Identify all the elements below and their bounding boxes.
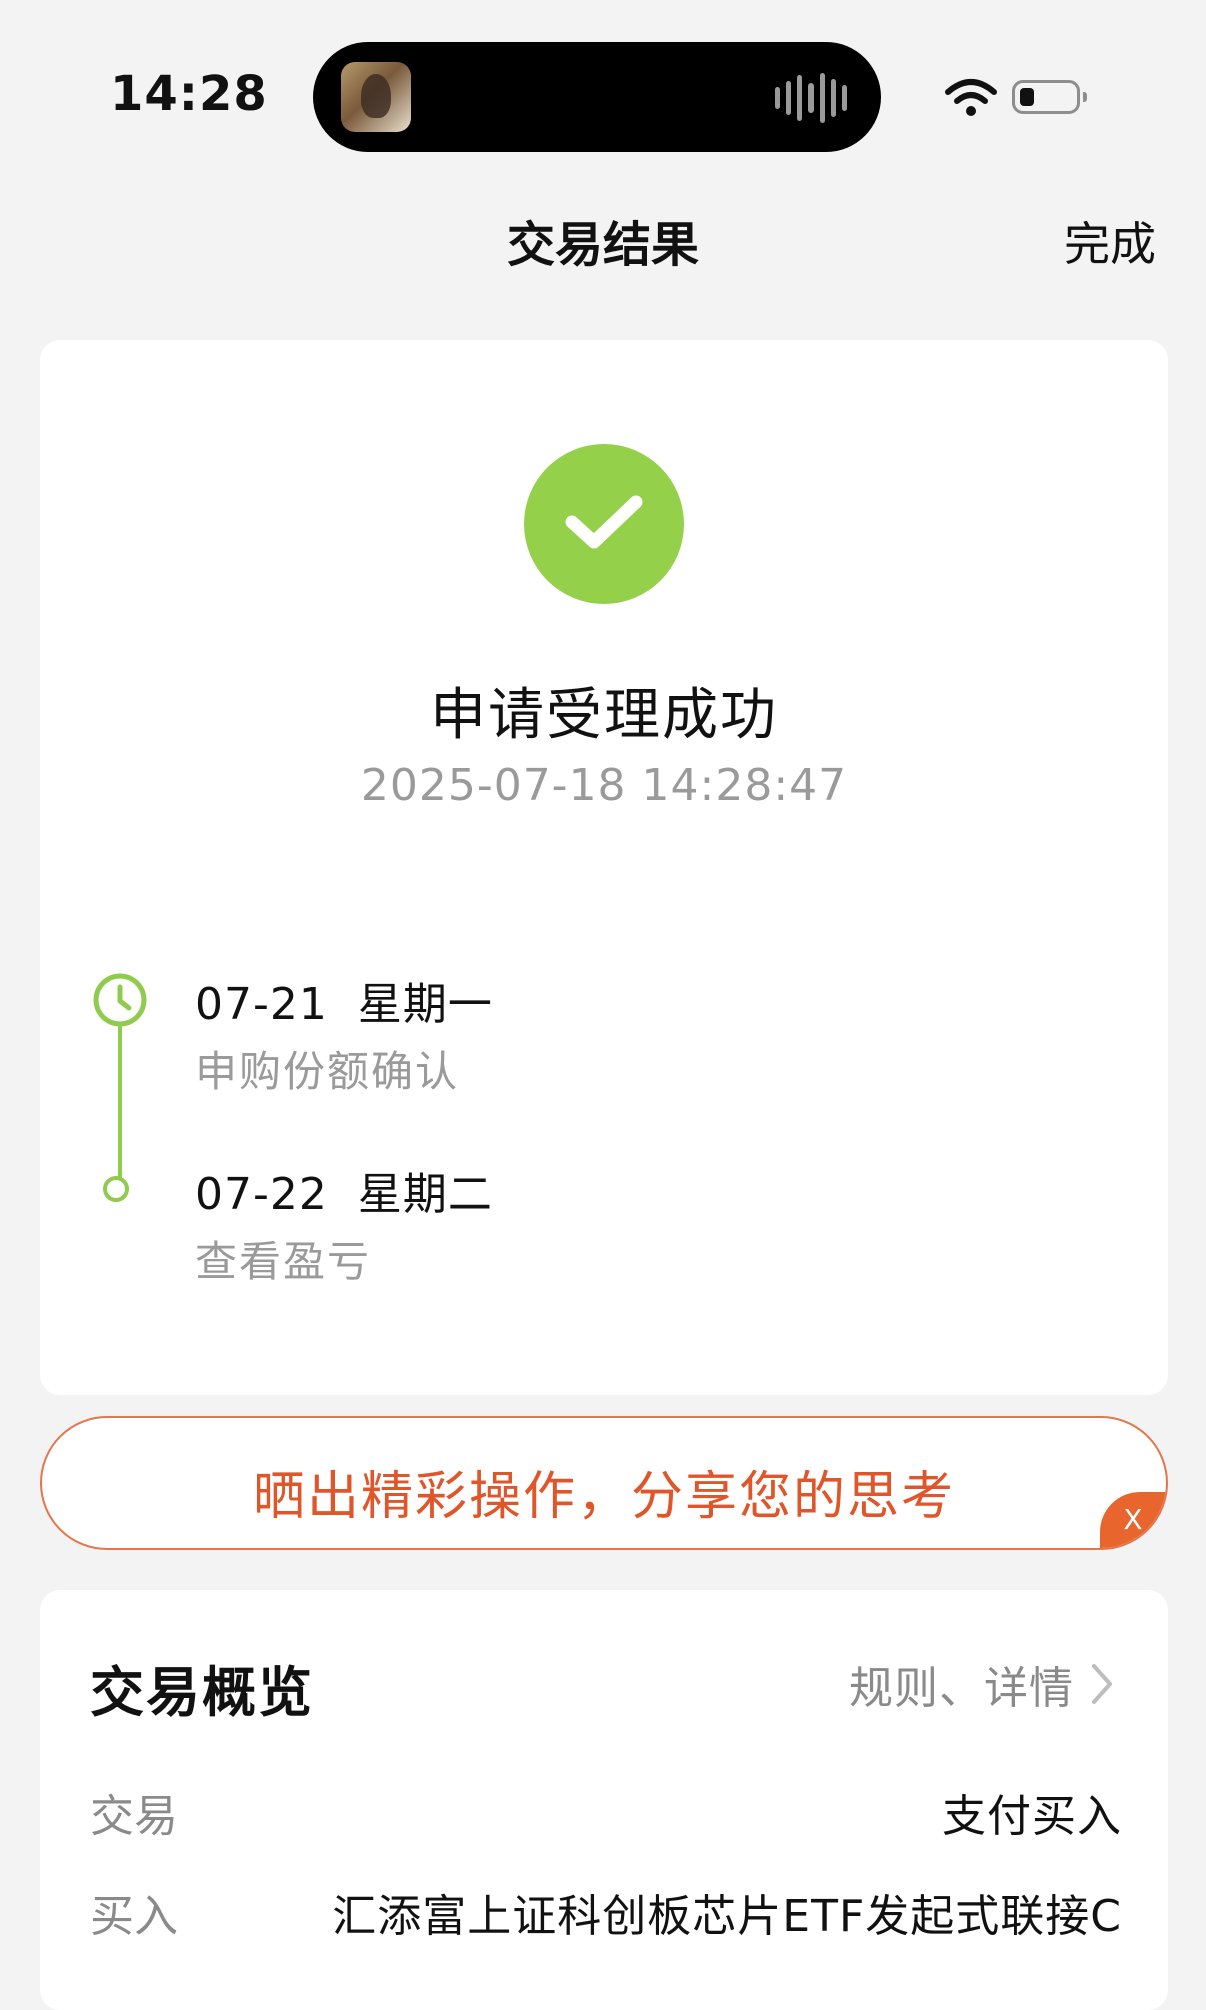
done-button[interactable]: 完成 — [1064, 208, 1156, 274]
timeline-dot-icon — [103, 1176, 129, 1202]
now-playing-artwork — [341, 62, 411, 132]
timeline-step-2-date: 07-22 星期二 — [195, 1169, 493, 1220]
wifi-icon — [945, 79, 997, 116]
battery-icon — [1012, 80, 1087, 114]
overview-row-buy-value: 汇添富上证科创板芯片ETF发起式联接C — [332, 1891, 1122, 1942]
share-banner[interactable]: 晒出精彩操作，分享您的思考 X — [40, 1416, 1168, 1550]
share-banner-text: 晒出精彩操作，分享您的思考 — [252, 1467, 955, 1527]
status-time: 14:28 — [110, 66, 268, 122]
overview-row-buy-label: 买入 — [90, 1891, 178, 1942]
audio-waveform-icon — [775, 72, 847, 124]
result-timestamp: 2025-07-18 14:28:47 — [360, 760, 848, 811]
result-title: 申请受理成功 — [430, 683, 778, 748]
overview-title: 交易概览 — [90, 1661, 314, 1724]
overview-card: 交易概览 规则、详情 交易 支付买入 买入 汇添富上证科创板芯片ETF发起式联接… — [40, 1590, 1168, 2010]
rules-details-label: 规则、详情 — [849, 1663, 1074, 1714]
clock-icon — [93, 973, 147, 1027]
overview-row-trade-value: 支付买入 — [942, 1791, 1122, 1842]
timeline-step-1-date: 07-21 星期一 — [195, 979, 493, 1030]
rules-details-link[interactable]: 规则、详情 — [849, 1652, 1114, 1716]
chevron-right-icon — [1092, 1664, 1112, 1704]
timeline-step-1-desc: 申购份额确认 — [195, 1047, 460, 1096]
timeline-line — [118, 1022, 122, 1190]
result-card: 申请受理成功 2025-07-18 14:28:47 07-21 星期一 申购份… — [40, 340, 1168, 1395]
timeline-step-2-desc: 查看盈亏 — [195, 1237, 372, 1286]
overview-row-trade-label: 交易 — [90, 1791, 178, 1842]
dynamic-island[interactable] — [313, 42, 881, 152]
page-title: 交易结果 — [506, 217, 699, 273]
success-icon — [524, 444, 684, 604]
